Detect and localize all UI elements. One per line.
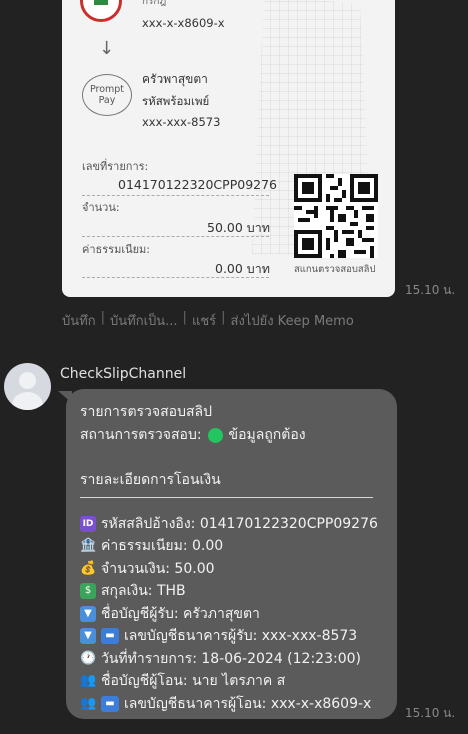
avatar[interactable]	[4, 363, 51, 410]
detail-row: 👥 ชื่อบัญชีผู้โอน: นาย ไตรภาค ส	[80, 673, 286, 689]
people-icon: 👥	[80, 673, 97, 688]
fee-value: 0.00 บาท	[215, 261, 270, 276]
arrow-down-icon: ↓	[99, 38, 115, 59]
card-icon: ▬	[101, 628, 119, 644]
ref-value: 014170122320CPP09276	[118, 177, 278, 192]
save-action[interactable]: บันทึก	[62, 310, 96, 331]
amount-value: 50.00 บาท	[207, 220, 270, 235]
image-actions: บันทึก | บันทึกเป็น... | แชร์ | ส่งไปยัง…	[62, 310, 354, 331]
amount-label: จำนวน:	[82, 201, 120, 214]
currency-icon: $	[80, 583, 96, 599]
status-line: สถานการตรวจสอบ: ข้อมูลถูกต้อง	[80, 424, 306, 446]
save-as-action[interactable]: บันทึกเป็น...	[110, 310, 178, 331]
detail-row: ▼ ▬ เลขบัญชีธนาคารผู้รับ: xxx-xxx-8573	[80, 625, 357, 647]
detail-row: ▼ ชื่อบัญชีผู้รับ: ครัวภาสุขตา	[80, 603, 260, 625]
message-time: 15.10 น.	[405, 283, 456, 297]
bank-logo-icon	[80, 0, 122, 22]
qr-code	[294, 174, 378, 258]
status-dot-icon	[207, 427, 223, 443]
ref-label: เลขที่รายการ:	[82, 160, 149, 173]
qr-caption: สแกนตรวจสอบสลิป	[294, 264, 376, 275]
receiver-name: ครัวพาสุขตา	[142, 72, 208, 86]
detail-row: 🕐 วันที่ทำรายการ: 18-06-2024 (12:23:00)	[80, 651, 361, 667]
bubble-title: รายการตรวจสอบสลิป	[80, 404, 212, 420]
keep-memo-action[interactable]: ส่งไปยัง Keep Memo	[231, 310, 354, 331]
message-bubble[interactable]: รายการตรวจสอบสลิป สถานการตรวจสอบ: ข้อมูล…	[66, 389, 397, 719]
receiver-type: รหัสพร้อมเพย์	[142, 94, 210, 108]
money-bag-icon: 💰	[80, 561, 97, 576]
slip-image[interactable]: กรกฎ xxx-x-x8609-x ↓ Prompt Pay ครัวพาสุ…	[62, 0, 395, 297]
detail-row: 🏦 ค่าธรรมเนียม: 0.00	[80, 538, 224, 554]
status-value: ข้อมูลถูกต้อง	[228, 427, 306, 443]
promptpay-logo: Prompt Pay	[82, 74, 132, 116]
detail-row: $ สกุลเงิน: THB	[80, 580, 186, 602]
status-label: สถานการตรวจสอบ:	[80, 427, 202, 443]
receiver-account: xxx-xxx-8573	[142, 115, 221, 129]
divider	[80, 497, 373, 498]
clock-icon: 🕐	[80, 651, 97, 666]
people-icon: 👥	[80, 696, 97, 711]
detail-row: ID รหัสสลิปอ้างอิง: 014170122320CPP09276	[80, 513, 378, 535]
section-title: รายละเอียดการโอนเงิน	[80, 472, 221, 488]
inbox-icon: ▼	[80, 628, 96, 644]
sender-name[interactable]: CheckSlipChannel	[60, 366, 186, 382]
detail-row: 💰 จำนวนเงิน: 50.00	[80, 561, 215, 577]
share-action[interactable]: แชร์	[192, 310, 216, 331]
detail-row: 👥 ▬ เลขบัญชีธนาคารผู้โอน: xxx-x-x8609-x	[80, 696, 372, 712]
inbox-icon: ▼	[80, 606, 96, 622]
bank-icon: 🏦	[80, 538, 97, 553]
card-icon: ▬	[101, 696, 119, 712]
id-icon: ID	[80, 516, 96, 532]
sender-account: xxx-x-x8609-x	[142, 16, 225, 30]
fee-label: ค่าธรรมเนียม:	[82, 243, 150, 256]
message-time: 15.10 น.	[405, 706, 456, 720]
